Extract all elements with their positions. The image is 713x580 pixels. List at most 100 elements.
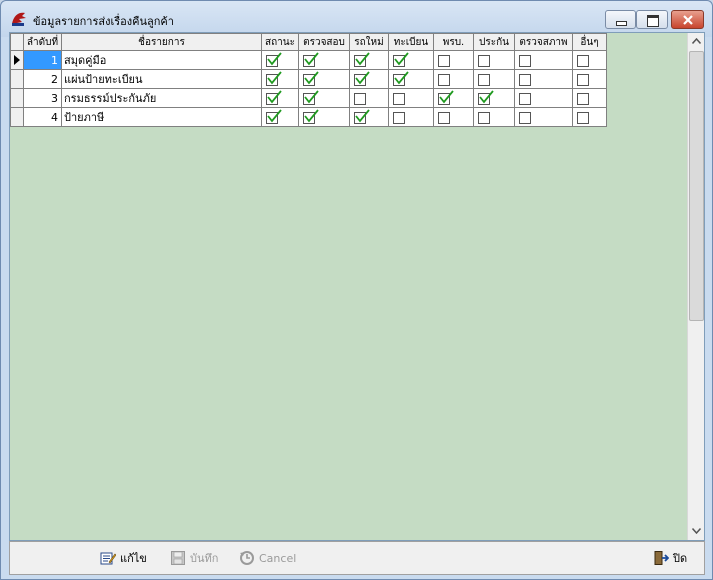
- checkbox-unchecked[interactable]: [438, 73, 450, 86]
- checkbox-checked[interactable]: [266, 89, 282, 105]
- checkbox-unchecked[interactable]: [519, 73, 531, 86]
- column-header[interactable]: ลำดับที่: [23, 33, 62, 51]
- checkbox-unchecked[interactable]: [393, 111, 405, 124]
- checkbox-checked[interactable]: [354, 108, 370, 124]
- checkbox-unchecked[interactable]: [577, 111, 589, 124]
- check-cell[interactable]: [261, 50, 299, 70]
- check-cell[interactable]: [473, 50, 515, 70]
- checkbox-checked[interactable]: [438, 89, 454, 105]
- row-indicator[interactable]: [10, 88, 24, 108]
- checkbox-checked[interactable]: [393, 70, 409, 86]
- column-header[interactable]: รถใหม่: [349, 33, 389, 51]
- close-window-button[interactable]: [671, 10, 704, 29]
- checkbox-unchecked[interactable]: [577, 92, 589, 105]
- checkbox-checked[interactable]: [354, 51, 370, 67]
- row-number-cell[interactable]: 4: [23, 107, 62, 127]
- column-header[interactable]: พรบ.: [433, 33, 474, 51]
- checkbox-checked[interactable]: [303, 89, 319, 105]
- check-cell[interactable]: [572, 88, 607, 108]
- check-cell[interactable]: [473, 107, 515, 127]
- cancel-button[interactable]: Cancel: [239, 548, 296, 568]
- check-cell[interactable]: [349, 69, 389, 89]
- check-cell[interactable]: [433, 69, 474, 89]
- checkbox-unchecked[interactable]: [438, 54, 450, 67]
- check-cell[interactable]: [473, 88, 515, 108]
- check-cell[interactable]: [298, 107, 350, 127]
- check-cell[interactable]: [349, 107, 389, 127]
- scroll-thumb[interactable]: [689, 51, 704, 321]
- checkbox-unchecked[interactable]: [478, 111, 490, 124]
- check-cell[interactable]: [572, 69, 607, 89]
- item-name-cell[interactable]: ป้ายภาษี: [61, 107, 262, 127]
- column-header[interactable]: สถานะ: [261, 33, 299, 51]
- check-cell[interactable]: [514, 50, 573, 70]
- check-cell[interactable]: [388, 50, 434, 70]
- checkbox-checked[interactable]: [354, 70, 370, 86]
- checkbox-unchecked[interactable]: [478, 54, 490, 67]
- check-cell[interactable]: [261, 88, 299, 108]
- column-header[interactable]: ตรวจสอบ: [298, 33, 350, 51]
- item-name-cell[interactable]: แผ่นป้ายทะเบียน: [61, 69, 262, 89]
- checkbox-checked[interactable]: [266, 70, 282, 86]
- check-cell[interactable]: [388, 69, 434, 89]
- check-cell[interactable]: [388, 88, 434, 108]
- item-name-cell[interactable]: สมุดคู่มือ: [61, 50, 262, 70]
- check-cell[interactable]: [473, 69, 515, 89]
- checkbox-checked[interactable]: [303, 51, 319, 67]
- scroll-down-button[interactable]: [688, 523, 705, 540]
- check-cell[interactable]: [349, 88, 389, 108]
- check-cell[interactable]: [433, 107, 474, 127]
- checkbox-unchecked[interactable]: [478, 73, 490, 86]
- column-header[interactable]: อื่นๆ: [572, 33, 607, 51]
- minimize-button[interactable]: [605, 10, 636, 29]
- row-indicator[interactable]: [10, 50, 24, 70]
- table-row[interactable]: 2 แผ่นป้ายทะเบียน: [10, 69, 607, 89]
- check-cell[interactable]: [514, 88, 573, 108]
- check-cell[interactable]: [514, 69, 573, 89]
- check-cell[interactable]: [433, 50, 474, 70]
- checkbox-unchecked[interactable]: [577, 54, 589, 67]
- app-icon[interactable]: [10, 10, 28, 28]
- row-number-cell[interactable]: 3: [23, 88, 62, 108]
- check-cell[interactable]: [349, 50, 389, 70]
- edit-button[interactable]: แก้ไข: [100, 548, 147, 568]
- check-cell[interactable]: [433, 88, 474, 108]
- checkbox-checked[interactable]: [393, 51, 409, 67]
- check-cell[interactable]: [514, 107, 573, 127]
- column-header[interactable]: ทะเบียน: [388, 33, 434, 51]
- check-cell[interactable]: [261, 107, 299, 127]
- checkbox-checked[interactable]: [478, 89, 494, 105]
- checkbox-unchecked[interactable]: [519, 92, 531, 105]
- table-row[interactable]: 4 ป้ายภาษี: [10, 107, 607, 127]
- check-cell[interactable]: [572, 107, 607, 127]
- column-header[interactable]: ประกัน: [473, 33, 515, 51]
- checkbox-unchecked[interactable]: [519, 111, 531, 124]
- check-cell[interactable]: [298, 69, 350, 89]
- checkbox-unchecked[interactable]: [577, 73, 589, 86]
- checkbox-unchecked[interactable]: [438, 111, 450, 124]
- checkbox-checked[interactable]: [266, 51, 282, 67]
- save-button[interactable]: บันทึก: [170, 548, 218, 568]
- check-cell[interactable]: [261, 69, 299, 89]
- checkbox-checked[interactable]: [303, 108, 319, 124]
- item-name-cell[interactable]: กรมธรรม์ประกันภัย: [61, 88, 262, 108]
- table-row[interactable]: 1 สมุดคู่มือ: [10, 50, 607, 70]
- check-cell[interactable]: [572, 50, 607, 70]
- check-cell[interactable]: [298, 88, 350, 108]
- check-cell[interactable]: [298, 50, 350, 70]
- close-button[interactable]: ปิด: [653, 548, 687, 568]
- checkbox-checked[interactable]: [266, 108, 282, 124]
- row-number-cell[interactable]: 2: [23, 69, 62, 89]
- checkbox-checked[interactable]: [303, 70, 319, 86]
- column-header[interactable]: ตรวจสภาพ: [514, 33, 573, 51]
- checkbox-unchecked[interactable]: [354, 92, 366, 105]
- vertical-scrollbar[interactable]: [687, 33, 704, 540]
- table-row[interactable]: 3 กรมธรรม์ประกันภัย: [10, 88, 607, 108]
- checkbox-unchecked[interactable]: [519, 54, 531, 67]
- column-header[interactable]: ชื่อรายการ: [61, 33, 262, 51]
- checkbox-unchecked[interactable]: [393, 92, 405, 105]
- maximize-button[interactable]: [636, 10, 668, 29]
- row-indicator[interactable]: [10, 69, 24, 89]
- check-cell[interactable]: [388, 107, 434, 127]
- row-number-cell[interactable]: 1: [23, 50, 62, 70]
